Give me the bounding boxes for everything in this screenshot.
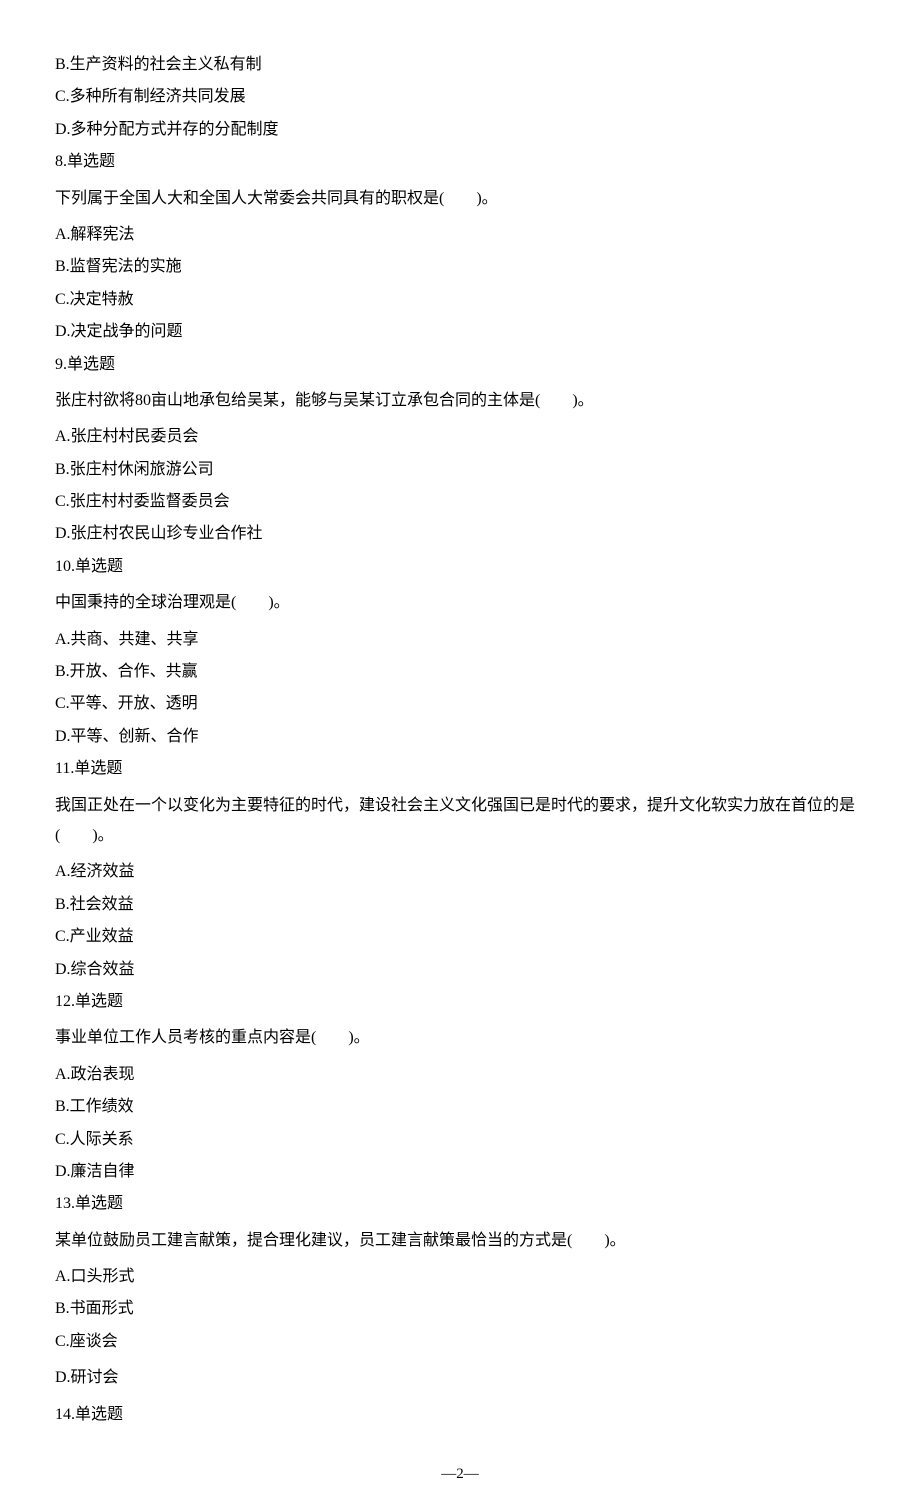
question-header: 12.单选题	[55, 987, 865, 1017]
option-text: C.决定特赦	[55, 285, 865, 315]
option-text: C.张庄村村委监督委员会	[55, 487, 865, 517]
option-text: B.监督宪法的实施	[55, 252, 865, 282]
page-number: —2—	[55, 1460, 865, 1489]
option-text: A.张庄村村民委员会	[55, 422, 865, 452]
question-stem: 某单位鼓励员工建言献策，提合理化建议，员工建言献策最恰当的方式是( )。	[55, 1226, 865, 1256]
question-header: 13.单选题	[55, 1189, 865, 1219]
option-text: B.张庄村休闲旅游公司	[55, 455, 865, 485]
option-text: B.开放、合作、共赢	[55, 657, 865, 687]
question-stem: 我国正处在一个以变化为主要特征的时代，建设社会主义文化强国已是时代的要求，提升文…	[55, 791, 865, 852]
option-text: C.多种所有制经济共同发展	[55, 82, 865, 112]
question-stem: 下列属于全国人大和全国人大常委会共同具有的职权是( )。	[55, 184, 865, 214]
question-header: 10.单选题	[55, 552, 865, 582]
option-text: B.书面形式	[55, 1294, 865, 1324]
option-text: D.研讨会	[55, 1363, 865, 1393]
question-header: 9.单选题	[55, 350, 865, 380]
option-text: C.座谈会	[55, 1327, 865, 1357]
option-text: A.共商、共建、共享	[55, 625, 865, 655]
option-text: B.工作绩效	[55, 1092, 865, 1122]
question-header: 8.单选题	[55, 147, 865, 177]
option-text: D.平等、创新、合作	[55, 722, 865, 752]
option-text: B.社会效益	[55, 890, 865, 920]
question-stem: 张庄村欲将80亩山地承包给吴某，能够与吴某订立承包合同的主体是( )。	[55, 386, 865, 416]
question-header: 14.单选题	[55, 1400, 865, 1430]
option-text: D.多种分配方式并存的分配制度	[55, 115, 865, 145]
option-text: D.廉洁自律	[55, 1157, 865, 1187]
option-text: C.人际关系	[55, 1125, 865, 1155]
question-header: 11.单选题	[55, 754, 865, 784]
option-text: A.口头形式	[55, 1262, 865, 1292]
option-text: D.决定战争的问题	[55, 317, 865, 347]
option-text: A.解释宪法	[55, 220, 865, 250]
question-stem: 事业单位工作人员考核的重点内容是( )。	[55, 1023, 865, 1053]
option-text: A.经济效益	[55, 857, 865, 887]
option-text: B.生产资料的社会主义私有制	[55, 50, 865, 80]
option-text: C.平等、开放、透明	[55, 689, 865, 719]
option-text: D.张庄村农民山珍专业合作社	[55, 519, 865, 549]
option-text: A.政治表现	[55, 1060, 865, 1090]
question-stem: 中国秉持的全球治理观是( )。	[55, 588, 865, 618]
option-text: D.综合效益	[55, 955, 865, 985]
option-text: C.产业效益	[55, 922, 865, 952]
